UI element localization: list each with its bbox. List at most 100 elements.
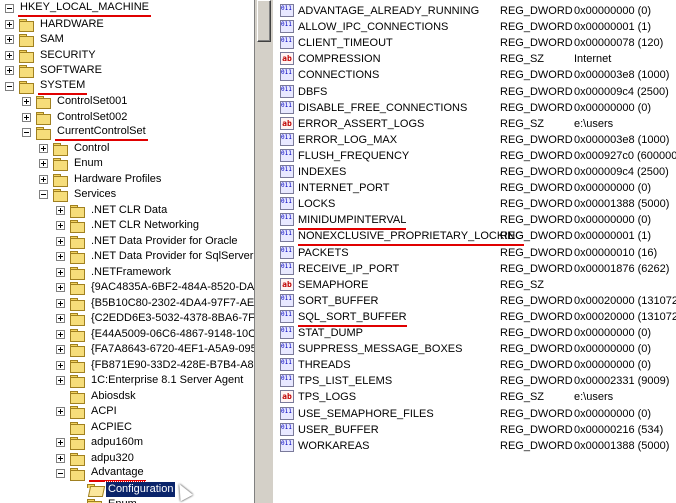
value-row[interactable]: ab COMPRESSION REG_SZ Internet xyxy=(278,51,676,67)
tree-node-label[interactable]: ControlSet001 xyxy=(55,94,129,109)
tree-node[interactable]: Advantage xyxy=(56,465,146,482)
value-row[interactable]: 011 110 INTERNET_PORT REG_DWORD0x00000000 … xyxy=(278,180,676,196)
tree-node-label[interactable]: .NET CLR Networking xyxy=(89,218,201,233)
tree-node-label[interactable]: {E44A5009-06C6-4867-9148-10C2 xyxy=(89,327,254,342)
registry-value-list[interactable]: 011 110 ADVANTAGE_ALREADY_RUNNING REG_DWOR… xyxy=(274,0,676,503)
expand-icon[interactable] xyxy=(56,205,65,215)
value-row[interactable]: 011 110MINIDUMPINTERVALREG_DWORD0x000000… xyxy=(278,212,676,231)
tree-node[interactable]: ACPI xyxy=(56,404,119,419)
value-row[interactable]: ab TPS_LOGS REG_SZ e:\users xyxy=(278,389,676,405)
tree-node-label[interactable]: SECURITY xyxy=(38,48,98,63)
expand-icon[interactable] xyxy=(22,97,31,106)
tree-node[interactable]: ControlSet002 xyxy=(22,110,129,125)
tree-node-label[interactable]: Enum xyxy=(106,497,139,503)
expand-icon[interactable] xyxy=(5,19,14,29)
tree-node-label[interactable]: Services xyxy=(72,187,118,202)
tree-node-label[interactable]: SAM xyxy=(38,32,66,47)
tree-node-label[interactable]: {FB871E90-33D2-428E-B7B4-A83C xyxy=(89,358,254,373)
collapse-icon[interactable] xyxy=(5,4,14,13)
value-row[interactable]: 011 110 ERROR_LOG_MAX REG_DWORD0x000003e8 … xyxy=(278,132,676,148)
tree-node[interactable]: Enum xyxy=(39,156,105,171)
expand-icon[interactable] xyxy=(56,267,65,277)
tree-node-label[interactable]: Hardware Profiles xyxy=(72,172,163,187)
value-row[interactable]: 011 110 TPS_LIST_ELEMS REG_DWORD0x00002331… xyxy=(278,373,676,389)
tree-node-label[interactable]: Advantage xyxy=(89,465,146,482)
expand-icon[interactable] xyxy=(5,66,14,75)
expand-icon[interactable] xyxy=(56,221,65,230)
expand-icon[interactable] xyxy=(56,329,65,339)
tree-node-label[interactable]: adpu320 xyxy=(89,451,136,466)
expand-icon[interactable] xyxy=(56,314,65,323)
tree-node[interactable]: HKEY_LOCAL_MACHINE xyxy=(5,0,151,17)
value-row[interactable]: 011 110 SORT_BUFFER REG_DWORD0x00020000 (1… xyxy=(278,293,676,309)
tree-node-label[interactable]: HKEY_LOCAL_MACHINE xyxy=(18,0,151,17)
tree-node[interactable]: Configuration xyxy=(73,480,177,498)
value-row[interactable]: 011 110 ALLOW_IPC_CONNECTIONS REG_DWORD0x0… xyxy=(278,19,676,35)
tree-node[interactable]: CurrentControlSet xyxy=(22,124,148,141)
tree-node-label[interactable]: HARDWARE xyxy=(38,17,106,32)
expand-icon[interactable] xyxy=(39,159,48,168)
value-row[interactable]: 011 110NONEXCLUSIVE_PROPRIETARY_LOCKINGR… xyxy=(278,228,676,247)
expand-icon[interactable] xyxy=(5,35,14,44)
value-row[interactable]: 011 110 USER_BUFFER REG_DWORD0x00000216 (5… xyxy=(278,422,676,438)
tree-node[interactable]: Hardware Profiles xyxy=(39,172,163,187)
expand-icon[interactable] xyxy=(56,236,65,246)
value-row[interactable]: 011 110 USE_SEMAPHORE_FILES REG_DWORD0x000… xyxy=(278,406,676,422)
tree-node[interactable]: .NET CLR Data xyxy=(56,203,169,218)
tree-node[interactable]: {B5B10C80-2302-4DA4-97F7-AE7 xyxy=(56,296,254,311)
tree-node-label[interactable]: SYSTEM xyxy=(38,78,88,95)
tree-node-label[interactable]: {9AC4835A-6BF2-484A-8520-DA3 xyxy=(89,280,254,295)
tree-node[interactable]: .NET Data Provider for SqlServer xyxy=(56,249,254,264)
tree-node-label[interactable]: Configuration xyxy=(104,480,177,498)
tree-node-label[interactable]: Enum xyxy=(72,156,105,171)
tree-node[interactable]: .NETFramework xyxy=(56,265,173,280)
tree-node-label[interactable]: CurrentControlSet xyxy=(55,124,148,141)
tree-node-label[interactable]: .NET Data Provider for Oracle xyxy=(89,234,240,249)
value-row[interactable]: 011 110 RECEIVE_IP_PORT REG_DWORD0x0000187… xyxy=(278,261,676,277)
tree-node-label[interactable]: {B5B10C80-2302-4DA4-97F7-AE7 xyxy=(89,296,254,311)
tree-node[interactable]: ACPIEC xyxy=(56,420,134,435)
tree-node-label[interactable]: .NET Data Provider for SqlServer xyxy=(89,249,254,264)
expand-icon[interactable] xyxy=(56,345,65,354)
registry-key-tree[interactable]: HKEY_LOCAL_MACHINE HARDWARE SAM SECURITY SOF… xyxy=(0,0,254,503)
tree-node[interactable]: adpu320 xyxy=(56,451,136,466)
tree-node[interactable]: {FA7A8643-6720-4EF1-A5A9-095 xyxy=(56,342,254,357)
tree-node[interactable]: ControlSet001 xyxy=(22,94,129,109)
tree-node-label[interactable]: 1C:Enterprise 8.1 Server Agent xyxy=(89,373,245,388)
expand-icon[interactable] xyxy=(39,174,48,184)
tree-node[interactable]: {FB871E90-33D2-428E-B7B4-A83C xyxy=(56,358,254,373)
value-row[interactable]: 011 110 SUPPRESS_MESSAGE_BOXES REG_DWORD0x… xyxy=(278,341,676,357)
collapse-icon[interactable] xyxy=(56,469,65,478)
tree-node-label[interactable]: {C2EDD6E3-5032-4378-8BA6-7F9 xyxy=(89,311,254,326)
expand-icon[interactable] xyxy=(56,252,65,261)
vertical-scrollbar[interactable] xyxy=(254,0,274,503)
tree-node[interactable]: .NET CLR Networking xyxy=(56,218,201,233)
tree-node-label[interactable]: ACPI xyxy=(89,404,119,419)
tree-node[interactable]: HARDWARE xyxy=(5,17,106,32)
tree-node[interactable]: adpu160m xyxy=(56,435,145,450)
tree-node[interactable]: Services xyxy=(39,187,118,202)
value-row[interactable]: 011 110 WORKAREAS REG_DWORD0x00001388 (500… xyxy=(278,438,676,454)
tree-node-label[interactable]: .NET CLR Data xyxy=(89,203,169,218)
tree-node[interactable]: Abiosdsk xyxy=(56,389,138,404)
expand-icon[interactable] xyxy=(56,407,65,416)
collapse-icon[interactable] xyxy=(22,128,31,137)
tree-node[interactable]: 1C:Enterprise 8.1 Server Agent xyxy=(56,373,245,388)
expand-icon[interactable] xyxy=(39,143,48,153)
value-row[interactable]: ab ERROR_ASSERT_LOGS REG_SZ e:\users xyxy=(278,116,676,132)
tree-node-label[interactable]: SOFTWARE xyxy=(38,63,104,78)
expand-icon[interactable] xyxy=(5,50,14,60)
expand-icon[interactable] xyxy=(56,360,65,370)
scrollbar-thumb[interactable] xyxy=(257,0,271,42)
tree-node-label[interactable]: .NETFramework xyxy=(89,265,173,280)
tree-node-label[interactable]: Control xyxy=(72,141,111,156)
tree-node-label[interactable]: adpu160m xyxy=(89,435,145,450)
tree-node-label[interactable]: Abiosdsk xyxy=(89,389,138,404)
value-row[interactable]: 011 110 STAT_DUMP REG_DWORD0x00000000 (0) xyxy=(278,325,676,341)
value-row[interactable]: ab SEMAPHORE REG_SZ xyxy=(278,277,676,293)
expand-icon[interactable] xyxy=(56,283,65,292)
expand-icon[interactable] xyxy=(22,112,31,122)
expand-icon[interactable] xyxy=(56,438,65,447)
value-row[interactable]: 011 110SQL_SORT_BUFFERREG_DWORD0x0002000… xyxy=(278,309,676,327)
tree-node-label[interactable]: ACPIEC xyxy=(89,420,134,435)
